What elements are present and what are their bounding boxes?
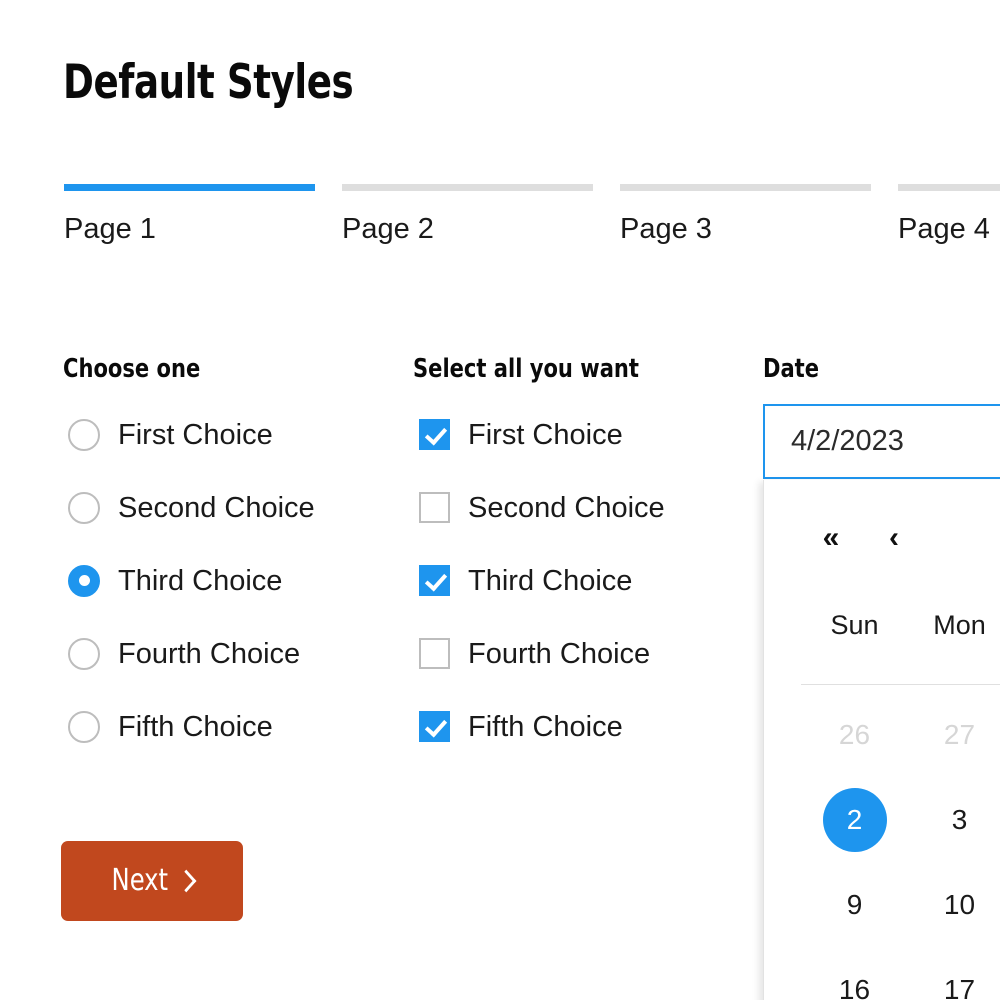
calendar-day-cell[interactable]: 3 (907, 777, 1000, 862)
calendar-divider (801, 684, 1000, 685)
checkbox-icon[interactable] (419, 492, 450, 523)
calendar-week-row: 26 27 (764, 692, 1000, 777)
checkbox-icon-checked[interactable] (419, 565, 450, 596)
tab-indicator-bar (620, 184, 871, 191)
calendar-day-number: 26 (838, 718, 871, 750)
tab-indicator-bar (898, 184, 1000, 191)
calendar-day-cell[interactable]: 9 (802, 862, 907, 947)
calendar-day-cell[interactable]: 10 (907, 862, 1000, 947)
tab-label: Page 4 (898, 213, 990, 245)
radio-option-row[interactable]: Fourth Choice (68, 617, 315, 690)
calendar-week-row: 9 10 (764, 862, 1000, 947)
radio-group: First Choice Second Choice Third Choice … (68, 398, 315, 763)
chevron-right-icon (175, 869, 196, 892)
calendar-day-cell-selected[interactable]: 2 (802, 777, 907, 862)
calendar-nav: « ‹ (764, 516, 1000, 562)
calendar-day-cell[interactable]: 26 (802, 692, 907, 777)
calendar-day-number: 10 (943, 888, 976, 920)
checkbox-icon-checked[interactable] (419, 419, 450, 450)
radio-option-label: Fifth Choice (118, 710, 273, 743)
checkbox-group-heading: Select all you want (413, 354, 639, 384)
next-button-label: Next (111, 863, 168, 898)
calendar-day-cell[interactable]: 17 (907, 947, 1000, 1000)
checkbox-option-row[interactable]: Second Choice (419, 471, 665, 544)
radio-option-row[interactable]: Fifth Choice (68, 690, 315, 763)
calendar-weekday-label: Mon (933, 610, 986, 640)
page-root: Default Styles Page 1 Page 2 Page 3 Page… (0, 0, 1000, 1000)
calendar-day-cell[interactable]: 27 (907, 692, 1000, 777)
checkbox-option-label: First Choice (468, 418, 623, 451)
page-title: Default Styles (63, 55, 354, 110)
checkbox-option-label: Fourth Choice (468, 637, 651, 670)
calendar-day-number: 16 (838, 973, 871, 1000)
radio-option-label: Third Choice (118, 564, 283, 597)
checkbox-group: First Choice Second Choice Third Choice … (419, 398, 665, 763)
radio-icon[interactable] (68, 710, 100, 743)
radio-option-label: Fourth Choice (118, 637, 301, 670)
tab-page-4[interactable]: Page 4 (898, 184, 1000, 264)
page-tabs: Page 1 Page 2 Page 3 Page 4 (64, 184, 1000, 264)
calendar-week-row: 2 3 (764, 777, 1000, 862)
tab-indicator-bar (64, 184, 315, 191)
radio-icon[interactable] (68, 418, 100, 451)
checkbox-option-row[interactable]: Third Choice (419, 544, 665, 617)
next-button-content: Next (111, 863, 196, 898)
checkbox-option-row[interactable]: Fifth Choice (419, 690, 665, 763)
tab-page-1[interactable]: Page 1 (64, 184, 315, 264)
calendar-day-cell[interactable]: 16 (802, 947, 907, 1000)
radio-option-row[interactable]: Third Choice (68, 544, 315, 617)
radio-icon[interactable] (68, 491, 100, 524)
radio-option-row[interactable]: First Choice (68, 398, 315, 471)
tab-page-2[interactable]: Page 2 (342, 184, 593, 264)
next-button[interactable]: Next (61, 841, 243, 921)
calendar-grid: 26 27 2 3 9 10 16 17 (764, 692, 1000, 1000)
checkbox-option-row[interactable]: Fourth Choice (419, 617, 665, 690)
checkbox-option-row[interactable]: First Choice (419, 398, 665, 471)
checkbox-option-label: Second Choice (468, 491, 665, 524)
tab-page-3[interactable]: Page 3 (620, 184, 871, 264)
prev-month-icon[interactable]: ‹ (872, 516, 916, 560)
calendar-day-number: 3 (951, 803, 968, 835)
checkbox-option-label: Fifth Choice (468, 710, 623, 743)
radio-icon-selected[interactable] (68, 564, 100, 597)
radio-group-heading: Choose one (63, 354, 201, 384)
calendar-day-number: 9 (846, 888, 863, 920)
calendar-weekday-header: Sun Mon (764, 608, 1000, 648)
tab-label: Page 3 (620, 213, 712, 245)
prev-year-icon[interactable]: « (809, 516, 853, 560)
radio-option-label: Second Choice (118, 491, 315, 524)
tab-indicator-bar (342, 184, 593, 191)
calendar-weekday-label: Sun (830, 610, 879, 640)
radio-icon[interactable] (68, 637, 100, 670)
checkbox-icon[interactable] (419, 638, 450, 669)
calendar-popup: « ‹ Sun Mon 26 27 2 3 9 10 16 17 (763, 480, 1000, 1000)
tab-label: Page 2 (342, 213, 434, 245)
radio-option-label: First Choice (118, 418, 273, 451)
calendar-day-number: 17 (943, 973, 976, 1000)
tab-label: Page 1 (64, 213, 156, 245)
date-field-heading: Date (763, 354, 820, 384)
radio-option-row[interactable]: Second Choice (68, 471, 315, 544)
checkbox-option-label: Third Choice (468, 564, 633, 597)
date-field-wrapper (763, 404, 1000, 479)
date-input[interactable] (763, 404, 1000, 479)
calendar-week-row: 16 17 (764, 947, 1000, 1000)
checkbox-icon-checked[interactable] (419, 711, 450, 742)
calendar-day-number: 27 (943, 718, 976, 750)
calendar-day-number: 2 (822, 787, 887, 852)
